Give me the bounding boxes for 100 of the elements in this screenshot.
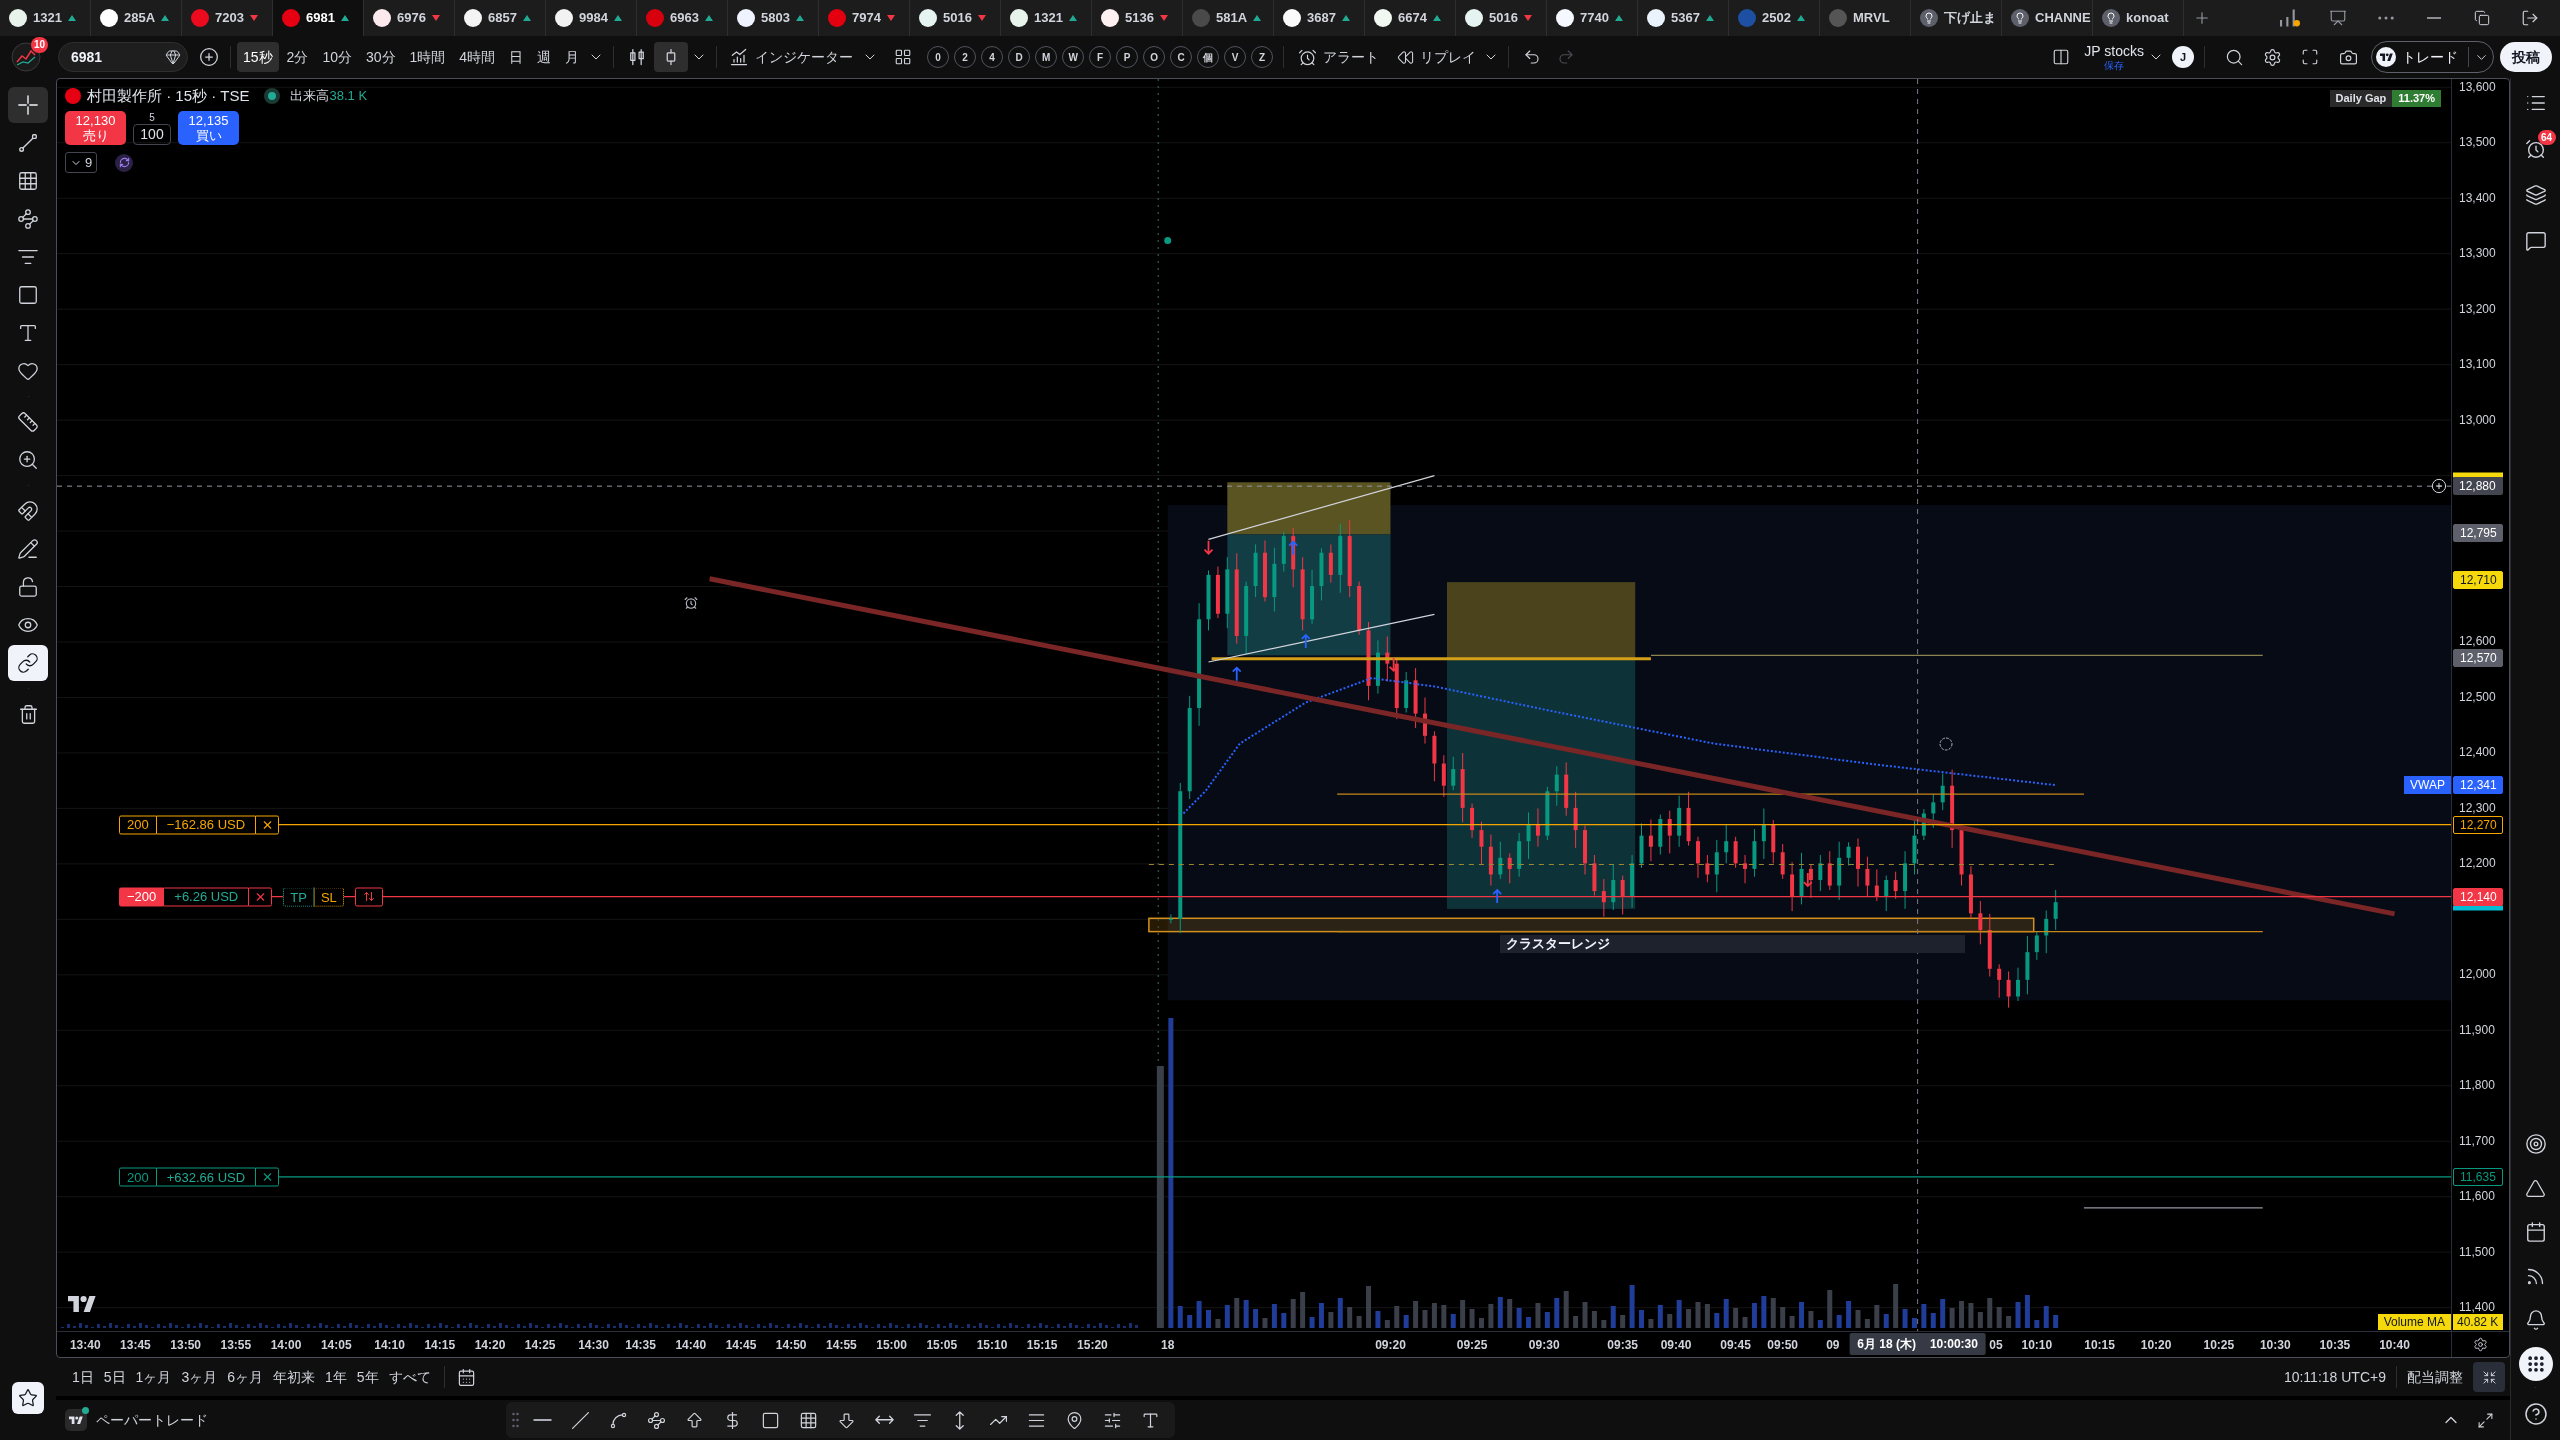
time-axis-label: 15:20 <box>1077 1337 1108 1354</box>
range-button[interactable]: 1ヶ月 <box>130 1363 177 1391</box>
take-profit-button[interactable]: TP <box>283 887 314 907</box>
user-button[interactable]: J <box>2172 46 2194 68</box>
price-axis-label: 11,900 <box>2459 1023 2495 1036</box>
price-tag: 12,795 <box>2453 524 2503 543</box>
apps-button[interactable] <box>2518 1347 2553 1381</box>
spread-value: 5 <box>149 111 155 124</box>
indicators-button[interactable]: インジケーター <box>723 42 860 72</box>
interval-tab[interactable]: 2分 <box>280 42 315 72</box>
order-pnl: +6.26 USD <box>164 887 249 907</box>
collapse-panel-button[interactable] <box>2473 1362 2505 1392</box>
price-axis-label: 12,300 <box>2459 801 2496 814</box>
layout-name-button[interactable]: JP stocks 保存 <box>2084 43 2144 71</box>
quantity-field[interactable]: 100 <box>133 124 171 145</box>
zoom-in-icon <box>17 449 39 471</box>
bell-icon <box>2524 1309 2547 1331</box>
replay-button[interactable]: リプレイ <box>1393 42 1481 72</box>
stop-loss-button[interactable]: SL <box>313 887 344 907</box>
trash-icon <box>17 703 39 725</box>
time-axis-label: 09:50 <box>1767 1337 1799 1354</box>
collapse-indicators-button[interactable]: 9 <box>65 152 98 173</box>
range-button[interactable]: すべて <box>383 1363 436 1391</box>
interval-tab[interactable]: 1時間 <box>403 42 452 72</box>
sell-button[interactable]: 12,130 売り <box>65 111 126 145</box>
plus-icon <box>2193 9 2211 27</box>
alert-button[interactable]: アラート <box>1294 42 1384 72</box>
time-axis-label: 10:40 <box>2379 1337 2410 1354</box>
maximize-icon <box>2476 1411 2494 1429</box>
columns-icon <box>2052 48 2071 66</box>
range-button[interactable]: 3ヶ月 <box>176 1363 223 1391</box>
price-axis-label: 12,600 <box>2459 635 2496 648</box>
search-icon <box>2224 47 2244 67</box>
price-axis-label: 13,300 <box>2459 247 2496 260</box>
calendar-icon <box>2524 1221 2547 1243</box>
interval-tab[interactable]: 15秒 <box>237 42 279 72</box>
interval-tab[interactable]: 週 <box>531 42 558 72</box>
sync-button[interactable] <box>8 645 48 681</box>
price-axis-label: 13,600 <box>2459 80 2496 93</box>
time-axis-label: 14:40 <box>675 1337 707 1354</box>
time-axis-label: 14:30 <box>578 1337 609 1354</box>
price-axis-label: 12,400 <box>2459 746 2496 759</box>
grid-dots-icon <box>2525 1354 2546 1374</box>
range-button[interactable]: 1年 <box>320 1363 352 1391</box>
price-axis-label: 12,000 <box>2459 968 2496 981</box>
range-button[interactable]: 年初来 <box>268 1363 320 1391</box>
time-axis-label: 13:40 <box>69 1337 101 1354</box>
time-axis-label: 09:30 <box>1528 1337 1560 1354</box>
price-axis-label: 11,700 <box>2459 1134 2495 1147</box>
time-axis-label: 09:20 <box>1375 1337 1406 1354</box>
price-axis-label: 11,400 <box>2459 1301 2495 1314</box>
symbol-search-field[interactable]: 6981 <box>58 42 188 72</box>
calendar-icon <box>457 1367 477 1387</box>
order-quantity: 200 <box>119 815 157 835</box>
volume-ma-label: Volume MA <box>2377 1314 2451 1330</box>
alarm-clock-icon <box>1298 47 1318 67</box>
interval-tab[interactable]: 日 <box>503 42 530 72</box>
time-axis-label: 10:10 <box>2021 1337 2053 1354</box>
time-axis-label: 13:50 <box>170 1337 201 1354</box>
up-arrow-icon <box>1300 633 1311 649</box>
time-axis-label: 15:15 <box>1026 1337 1058 1354</box>
reverse-button[interactable] <box>354 887 383 907</box>
date-label: 6月 18 (木) <box>1857 1336 1916 1353</box>
close-order-button[interactable] <box>248 887 273 907</box>
drag-handle-icon[interactable] <box>512 1412 519 1428</box>
crosshair-button[interactable] <box>8 87 48 123</box>
interval-tab[interactable]: 10分 <box>316 42 358 72</box>
publish-button[interactable]: 投稿 <box>2500 42 2552 72</box>
interval-tab[interactable]: 30分 <box>359 42 402 72</box>
alerts-button[interactable]: 64 <box>2515 126 2556 172</box>
price-axis-label: 11,800 <box>2459 1079 2495 1092</box>
minimize-icon <box>2427 17 2441 19</box>
price-axis-label: 11,500 <box>2459 1245 2495 1258</box>
buy-button[interactable]: 12,135 買い <box>178 111 239 145</box>
settings-icon <box>2262 47 2282 67</box>
symbol-tab[interactable]: 6981 <box>273 0 364 36</box>
adjustment-button[interactable]: 配当調整 <box>2407 1363 2463 1391</box>
time-axis-label: 09 <box>1826 1337 1840 1354</box>
waypoints-icon <box>17 208 39 230</box>
time-axis-label: 14:45 <box>725 1337 757 1354</box>
interval-tab[interactable]: 4時間 <box>453 42 502 72</box>
interval-tab[interactable]: 月 <box>559 42 586 72</box>
price-tag: 12,341 <box>2453 776 2503 795</box>
price-tag: 11,635 <box>2453 1167 2503 1186</box>
time-axis-label: 15:10 <box>976 1337 1008 1354</box>
time-axis-label: 10:30 <box>2259 1337 2291 1354</box>
range-button[interactable]: 1日 <box>67 1363 99 1391</box>
heart-icon <box>17 360 39 382</box>
range-button[interactable]: 5年 <box>351 1363 384 1391</box>
shrink-icon <box>2481 1369 2497 1385</box>
close-order-button[interactable] <box>255 815 280 835</box>
trade-button[interactable]: トレード <box>2372 42 2468 72</box>
range-button[interactable]: 5日 <box>98 1363 131 1391</box>
fullscreen-icon <box>2301 48 2319 66</box>
range-button[interactable]: 6ヶ月 <box>222 1363 268 1391</box>
daily-gap-label: Daily Gap <box>2329 90 2393 107</box>
favorites-button[interactable] <box>12 1382 44 1414</box>
chart-type-button[interactable] <box>654 42 689 72</box>
indicator-chart-icon <box>729 47 750 67</box>
time-axis-label: 09:40 <box>1660 1337 1692 1354</box>
